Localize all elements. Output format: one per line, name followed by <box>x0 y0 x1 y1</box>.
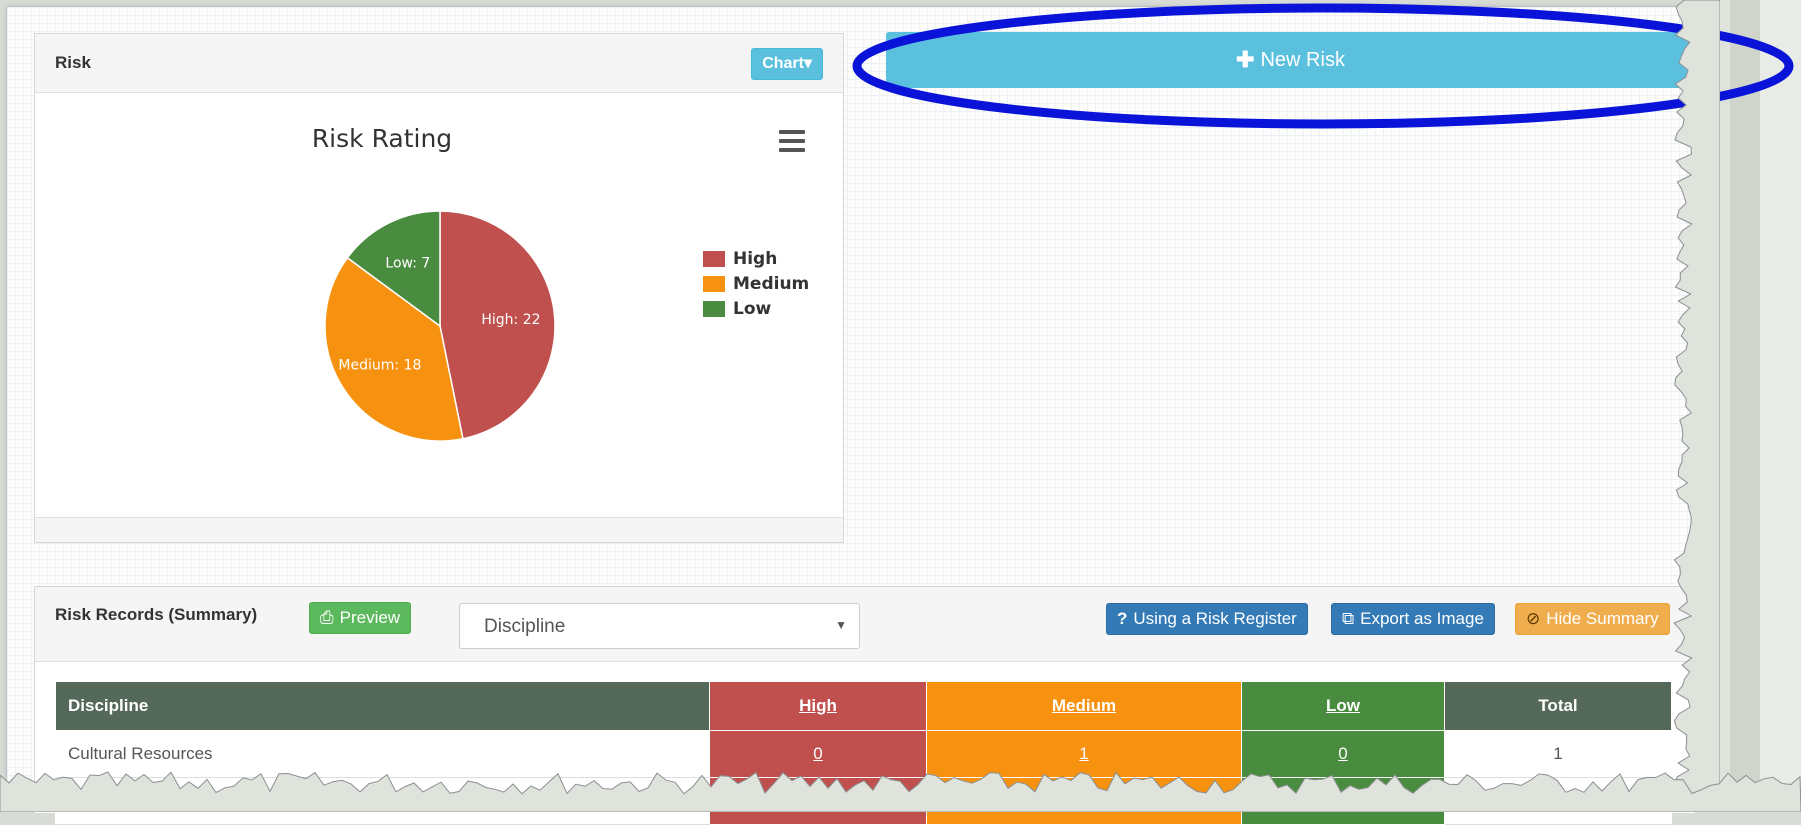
legend-item-high[interactable]: High <box>703 249 809 269</box>
legend-swatch-low <box>703 301 725 317</box>
column-header-low-link[interactable]: Low <box>1326 696 1360 715</box>
discipline-select-value: Discipline <box>484 616 566 637</box>
legend-item-medium[interactable]: Medium <box>703 274 810 294</box>
chevron-down-icon: ▼ <box>835 618 847 632</box>
question-icon: ? <box>1117 609 1128 628</box>
plus-icon: ✚ <box>1236 47 1255 72</box>
eye-slash-icon: ⊘ <box>1526 609 1541 628</box>
pie-label-high: High: 22 <box>481 312 540 328</box>
export-label: Export as Image <box>1360 609 1484 628</box>
hide-label: Hide Summary <box>1546 609 1659 628</box>
risk-panel-footer <box>35 517 843 542</box>
column-header-medium-link[interactable]: Medium <box>1052 696 1116 715</box>
discipline-select[interactable]: Discipline ▼ <box>459 603 860 649</box>
export-as-image-button[interactable]: ⧉ Export as Image <box>1331 603 1495 635</box>
risk-panel-title: Risk <box>55 53 91 72</box>
chart-dropdown-button[interactable]: Chart▾ <box>751 48 823 80</box>
new-risk-label: New Risk <box>1260 48 1345 71</box>
column-header-high[interactable]: High <box>709 681 927 731</box>
legend-swatch-high <box>703 251 725 267</box>
column-header-medium[interactable]: Medium <box>926 681 1242 731</box>
help-label: Using a Risk Register <box>1133 609 1297 628</box>
torn-edge-bottom <box>0 771 1801 812</box>
legend-swatch-medium <box>703 276 725 292</box>
column-header-total: Total <box>1444 681 1672 731</box>
pie-label-low: Low: 7 <box>385 255 430 271</box>
printer-icon: ⎙ <box>320 608 334 627</box>
legend-label-medium: Medium <box>733 274 810 294</box>
column-header-high-link[interactable]: High <box>799 696 837 715</box>
column-header-discipline: Discipline <box>55 681 710 731</box>
table-header-row: Discipline High Medium Low Total <box>55 681 1672 731</box>
legend-label-high: High <box>733 249 778 269</box>
pie-label-medium: Medium: 18 <box>338 357 421 373</box>
hide-summary-button[interactable]: ⊘ Hide Summary <box>1515 603 1670 635</box>
column-header-low[interactable]: Low <box>1241 681 1445 731</box>
new-risk-button[interactable]: ✚ New Risk <box>886 32 1695 88</box>
summary-panel-title: Risk Records (Summary) <box>55 605 258 624</box>
external-link-icon: ⧉ <box>1342 609 1355 628</box>
legend-label-low: Low <box>733 299 772 319</box>
risk-rating-chart: Risk Rating High: 22 Medium: 18 Low: 7 Hig… <box>55 112 821 468</box>
legend-item-low[interactable]: Low <box>703 299 809 319</box>
summary-panel-header: Risk Records (Summary) ⎙ Preview Discipli… <box>35 587 1695 662</box>
risk-panel-header: Risk Chart▾ <box>35 34 843 93</box>
preview-button[interactable]: ⎙ Preview <box>309 602 412 634</box>
risk-panel: Risk Chart▾ Risk Rating High: 22 Medium: … <box>34 33 844 543</box>
chart-legend: High Medium Low <box>703 249 810 325</box>
torn-edge-right <box>1673 0 1720 812</box>
preview-label: Preview <box>339 608 401 627</box>
using-risk-register-button[interactable]: ? Using a Risk Register <box>1106 603 1308 635</box>
